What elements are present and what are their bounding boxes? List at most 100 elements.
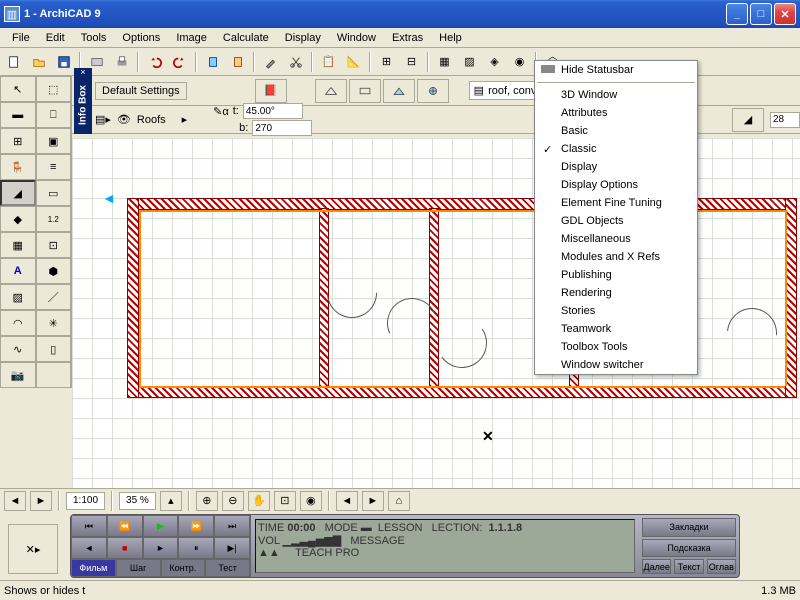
maximize-button[interactable]: □: [750, 3, 772, 25]
undo-icon[interactable]: [143, 50, 166, 73]
menu-publishing[interactable]: Publishing: [535, 266, 697, 284]
menu-stories[interactable]: Stories: [535, 302, 697, 320]
kontr-tab[interactable]: Контр.: [161, 559, 206, 577]
tool-icon[interactable]: ⊡: [274, 491, 296, 511]
tool-icon[interactable]: [36, 362, 72, 388]
print-icon[interactable]: [110, 50, 133, 73]
menu-rendering[interactable]: Rendering: [535, 284, 697, 302]
tool-icon[interactable]: ⊟: [400, 50, 423, 73]
save-icon[interactable]: [52, 50, 75, 73]
wall-tool-icon[interactable]: ▬: [0, 102, 36, 128]
menu-calculate[interactable]: Calculate: [215, 30, 277, 46]
tool-icon[interactable]: ⊖: [222, 491, 244, 511]
minimize-button[interactable]: _: [726, 3, 748, 25]
window-tool-icon[interactable]: ⊞: [0, 128, 36, 154]
tool-icon[interactable]: [201, 50, 224, 73]
oglav-button[interactable]: Оглав: [707, 559, 736, 574]
menu-teamwork[interactable]: Teamwork: [535, 320, 697, 338]
film-tab[interactable]: Фильм: [71, 559, 116, 577]
tool-icon[interactable]: ◈: [483, 50, 506, 73]
menu-image[interactable]: Image: [168, 30, 215, 46]
text-tool-icon[interactable]: A: [0, 258, 36, 284]
open-icon[interactable]: [27, 50, 50, 73]
menu-options[interactable]: Options: [114, 30, 168, 46]
tool-icon[interactable]: 📐: [342, 50, 365, 73]
chair-tool-icon[interactable]: 🪑: [0, 154, 36, 180]
menu-element-fine-tuning[interactable]: Element Fine Tuning: [535, 194, 697, 212]
zone-tool-icon[interactable]: ⬢: [36, 258, 72, 284]
podskazka-button[interactable]: Подсказка: [642, 539, 736, 558]
menu-basic[interactable]: Basic: [535, 122, 697, 140]
menu-window[interactable]: Window: [329, 30, 384, 46]
section-tool-icon[interactable]: ⊡: [36, 232, 72, 258]
tool-icon[interactable]: ▦: [433, 50, 456, 73]
stop-button[interactable]: ■: [107, 537, 143, 559]
tool-icon[interactable]: ◉: [300, 491, 322, 511]
menu-display[interactable]: Display: [535, 158, 697, 176]
zakladki-button[interactable]: Закладки: [642, 518, 736, 537]
cut-icon[interactable]: [284, 50, 307, 73]
menu-miscellaneous[interactable]: Miscellaneous: [535, 230, 697, 248]
menu-attributes[interactable]: Attributes: [535, 104, 697, 122]
tool-icon[interactable]: ⌂: [388, 491, 410, 511]
geometry-method-1-icon[interactable]: [315, 79, 347, 103]
geometry-method-3-icon[interactable]: [383, 79, 415, 103]
menu-3d-window[interactable]: 3D Window: [535, 86, 697, 104]
mesh-tool-icon[interactable]: ▦: [0, 232, 36, 258]
scale-field[interactable]: 1:100: [66, 492, 105, 510]
menu-gdl-objects[interactable]: GDL Objects: [535, 212, 697, 230]
menu-modules-xrefs[interactable]: Modules and X Refs: [535, 248, 697, 266]
menu-edit[interactable]: Edit: [38, 30, 73, 46]
marquee-tool-icon[interactable]: ⬚: [36, 76, 72, 102]
door-tool-icon[interactable]: ⎕: [36, 102, 72, 128]
menu-toolbox-tools[interactable]: Toolbox Tools: [535, 338, 697, 356]
corner-widget[interactable]: ✕▸: [8, 524, 58, 574]
forward-button[interactable]: ⏩: [178, 515, 214, 537]
nav-icon[interactable]: ◄: [4, 491, 26, 511]
angle-t-field[interactable]: 45.00°: [243, 103, 303, 119]
menu-window-switcher[interactable]: Window switcher: [535, 356, 697, 374]
menu-file[interactable]: File: [4, 30, 38, 46]
roof-tool-icon[interactable]: ◢: [0, 180, 36, 206]
tool-icon[interactable]: ▨: [458, 50, 481, 73]
menu-help[interactable]: Help: [431, 30, 470, 46]
hotspot-tool-icon[interactable]: ✳: [36, 310, 72, 336]
spline-tool-icon[interactable]: ∿: [0, 336, 36, 362]
menu-classic[interactable]: Classic: [535, 140, 697, 158]
prev-track-button[interactable]: ⏮: [71, 515, 107, 537]
zoom-field[interactable]: 35 %: [119, 492, 156, 510]
zoom-up-icon[interactable]: ▴: [160, 491, 182, 511]
pause-button[interactable]: ⏸: [178, 537, 214, 559]
camera-tool-icon[interactable]: 📷: [0, 362, 36, 388]
num-field[interactable]: 28: [770, 112, 800, 128]
menu-extras[interactable]: Extras: [384, 30, 431, 46]
test-tab[interactable]: Тест: [205, 559, 250, 577]
menu-display-options[interactable]: Display Options: [535, 176, 697, 194]
dim-tool-icon[interactable]: 1.2: [36, 206, 72, 232]
beam-tool-icon[interactable]: ▭: [36, 180, 71, 206]
tool-icon[interactable]: 📋: [317, 50, 340, 73]
next-track-button[interactable]: ⏭: [214, 515, 250, 537]
shag-tab[interactable]: Шаг: [116, 559, 161, 577]
close-button[interactable]: ✕: [774, 3, 796, 25]
geometry-method-2-icon[interactable]: [349, 79, 381, 103]
rewind-button[interactable]: ⏪: [107, 515, 143, 537]
dalee-button[interactable]: Далее: [642, 559, 671, 574]
arrow-tool-icon[interactable]: ↖: [0, 76, 36, 102]
tool-icon[interactable]: ⊕: [196, 491, 218, 511]
slab-tool-icon[interactable]: ◆: [0, 206, 36, 232]
redo-icon[interactable]: [168, 50, 191, 73]
menu-tools[interactable]: Tools: [73, 30, 115, 46]
eyedropper-icon[interactable]: [259, 50, 282, 73]
tekst-button[interactable]: Текст: [674, 559, 703, 574]
tool-icon[interactable]: ◉: [508, 50, 531, 73]
figure-tool-icon[interactable]: ▯: [36, 336, 72, 362]
prev-button[interactable]: ◄: [71, 537, 107, 559]
nav-icon[interactable]: ►: [30, 491, 52, 511]
play-button[interactable]: ▶: [143, 515, 179, 537]
book-icon[interactable]: 📕: [255, 79, 287, 103]
menu-display[interactable]: Display: [277, 30, 329, 46]
tool-icon[interactable]: [226, 50, 249, 73]
geometry-method-4-icon[interactable]: [417, 79, 449, 103]
infobox-tab[interactable]: Info Box: [74, 76, 92, 134]
